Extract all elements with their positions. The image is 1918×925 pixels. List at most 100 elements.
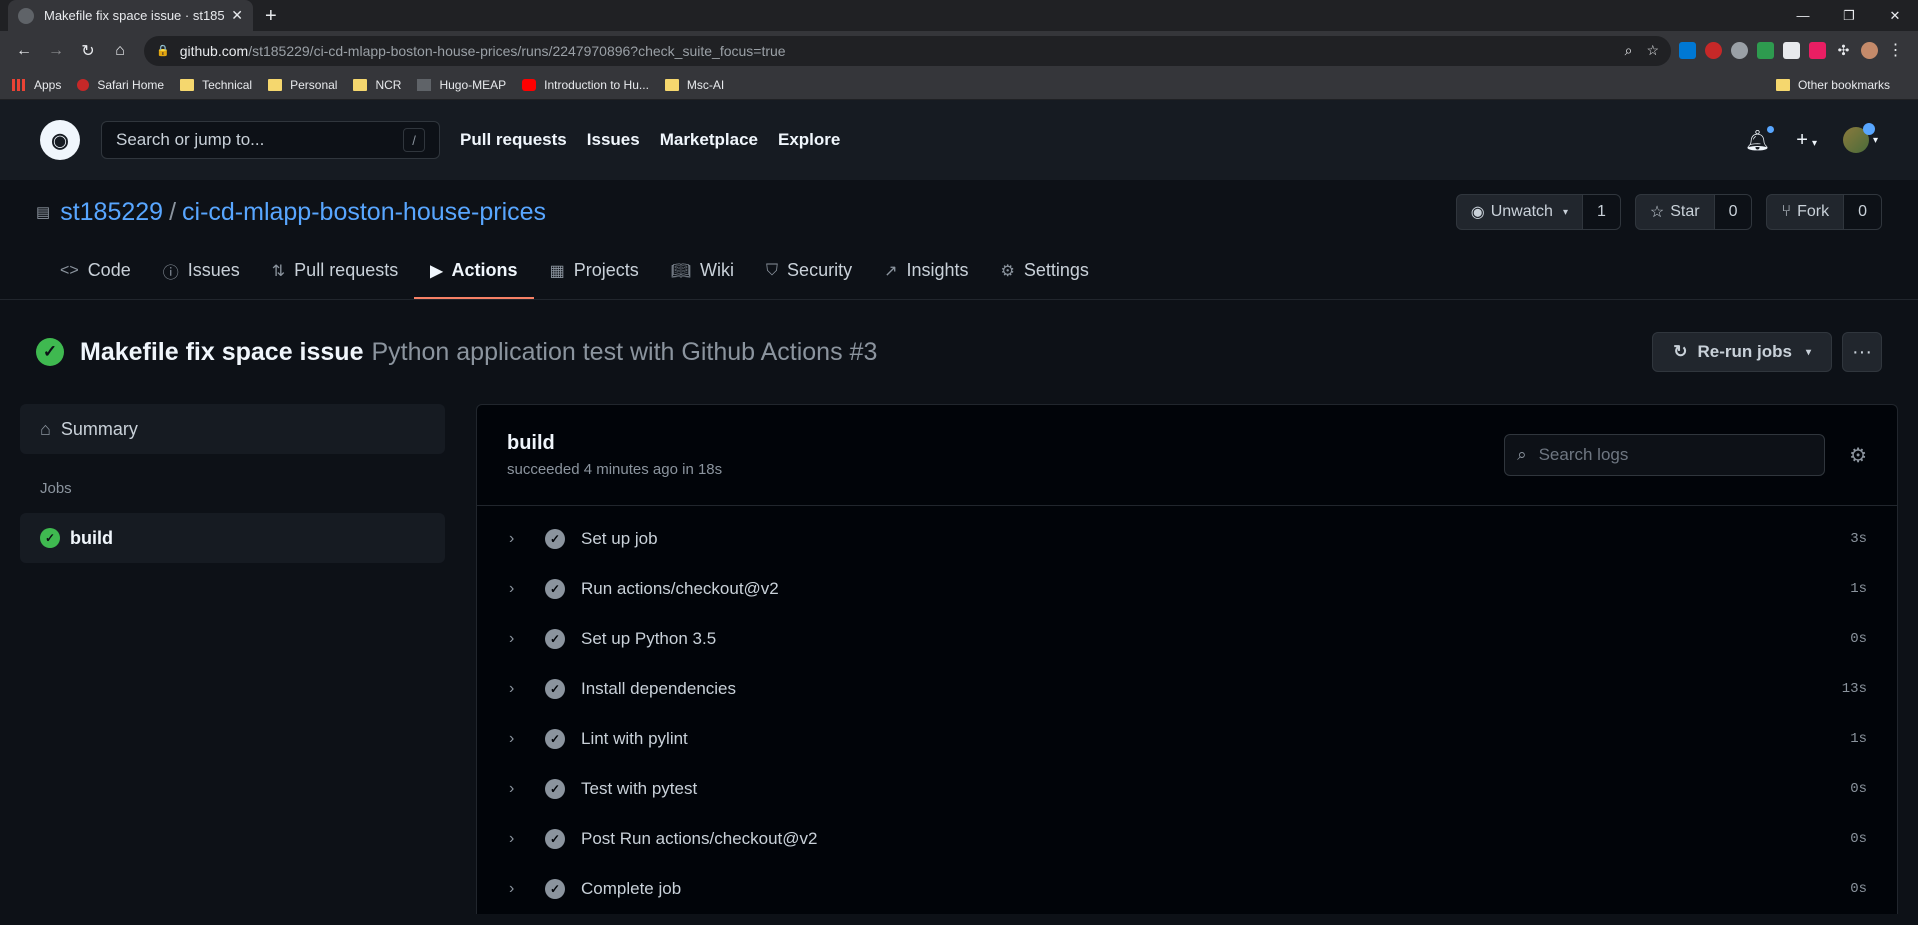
sidebar-item-build[interactable]: ✓ build — [20, 513, 445, 563]
bookmark-star-icon[interactable]: ☆ — [1646, 42, 1659, 59]
star-count[interactable]: 0 — [1714, 195, 1752, 229]
step-name: Complete job — [581, 879, 682, 898]
rerun-jobs-button[interactable]: ↻ Re-run jobs ▾ — [1652, 332, 1832, 372]
folder-icon — [180, 78, 195, 91]
star-icon: ☆ — [1649, 204, 1665, 221]
watch-button[interactable]: ◉ Unwatch ▾ 1 — [1455, 194, 1621, 230]
step-row[interactable]: › ✓ Set up job 3s — [477, 514, 1897, 564]
new-tab-icon[interactable]: + — [265, 5, 277, 27]
repo-owner-link[interactable]: st185229 — [60, 198, 163, 226]
workflow-name[interactable]: Python application test with Github Acti… — [371, 338, 877, 367]
graph-icon: ↗ — [884, 262, 898, 280]
star-button[interactable]: ☆ Star 0 — [1634, 194, 1753, 230]
bookmark-introduction[interactable]: Introduction to Hu... — [522, 78, 649, 92]
nav-marketplace[interactable]: Marketplace — [660, 130, 758, 150]
step-row[interactable]: › ✓ Post Run actions/checkout@v2 0s — [477, 814, 1897, 864]
restore-icon[interactable]: ❐ — [1826, 0, 1872, 31]
minimize-icon[interactable]: — — [1780, 0, 1826, 31]
step-row[interactable]: › ✓ Run actions/checkout@v2 1s — [477, 564, 1897, 614]
sidebar-item-summary[interactable]: ⌂ Summary — [20, 404, 445, 454]
color-extension-icon[interactable] — [1809, 42, 1826, 59]
sidebar-item-label: build — [70, 527, 113, 548]
step-name: Post Run actions/checkout@v2 — [581, 829, 818, 848]
fork-count[interactable]: 0 — [1844, 195, 1881, 229]
puzzle-icon[interactable]: ✣ — [1835, 42, 1852, 59]
tab-code[interactable]: <> Code — [44, 244, 147, 299]
bookmark-label: Safari Home — [97, 77, 165, 92]
browser-tab[interactable]: Makefile fix space issue · st185229/ ✕ — [8, 0, 253, 31]
bookmark-apps[interactable]: Apps — [12, 78, 61, 92]
more-options-button[interactable]: ··· — [1842, 332, 1882, 372]
browser-toolbar: ← → ↻ ⌂ 🔒 github.com/st185229/ci-cd-mlap… — [0, 31, 1918, 70]
close-window-icon[interactable]: ✕ — [1872, 0, 1918, 31]
step-row[interactable]: › ✓ Set up Python 3.5 0s — [477, 614, 1897, 664]
bookmark-safari-home[interactable]: Safari Home — [77, 78, 164, 92]
bookmark-hugo-meap[interactable]: Hugo-MEAP — [417, 78, 506, 92]
step-row[interactable]: › ✓ Install dependencies 13s — [477, 664, 1897, 714]
bookmark-other[interactable]: Other bookmarks — [1775, 78, 1890, 92]
search-input[interactable]: Search or jump to... / — [101, 121, 440, 159]
step-check-icon: ✓ — [545, 579, 565, 599]
github-logo-icon[interactable]: ◉ — [40, 120, 80, 160]
create-new-icon[interactable]: + ▾ — [1796, 129, 1817, 152]
bookmark-msc-ai[interactable]: Msc-AI — [664, 78, 724, 92]
bookmark-ncr[interactable]: NCR — [353, 78, 401, 92]
notifications-bell-icon[interactable]: 🔔︎ — [1745, 123, 1777, 153]
fork-button[interactable]: ⑂ Fork 0 — [1766, 194, 1882, 230]
adblock-extension-icon[interactable] — [1705, 42, 1722, 59]
tab-projects[interactable]: ▦ Projects — [534, 244, 655, 299]
zoom-icon[interactable]: ⌕ — [1625, 42, 1633, 59]
step-check-icon: ✓ — [545, 529, 565, 549]
step-duration: 13s — [1841, 681, 1867, 697]
close-tab-icon[interactable]: ✕ — [231, 7, 243, 24]
tab-settings[interactable]: ⚙ Settings — [985, 244, 1105, 299]
step-row[interactable]: › ✓ Complete job 0s — [477, 864, 1897, 914]
reload-icon[interactable]: ↻ — [72, 35, 104, 67]
fork-icon: ⑂ — [1781, 203, 1792, 220]
search-logs-input[interactable]: ⌕ Search logs — [1504, 434, 1826, 476]
tab-pull-requests[interactable]: ⇅ Pull requests — [256, 244, 414, 299]
job-name: build — [507, 432, 555, 454]
nav-explore[interactable]: Explore — [778, 130, 840, 150]
nav-issues[interactable]: Issues — [587, 130, 640, 150]
repo-name-link[interactable]: ci-cd-mlapp-boston-house-prices — [182, 198, 546, 226]
tab-security[interactable]: ⛉ Security — [750, 244, 868, 299]
user-menu[interactable]: ▾ — [1842, 123, 1878, 153]
home-icon[interactable]: ⌂ — [104, 35, 136, 67]
steps-list: › ✓ Set up job 3s › ✓ Run actions/checkout@v2… — [477, 506, 1897, 914]
repo-title: st185229/ci-cd-mlapp-boston-house-prices — [60, 197, 547, 226]
step-check-icon: ✓ — [545, 729, 565, 749]
back-icon[interactable]: ← — [8, 35, 40, 67]
jb-extension-icon[interactable] — [1783, 42, 1800, 59]
tab-issues[interactable]: ⓘ Issues — [147, 244, 256, 299]
tab-actions[interactable]: ▶ Actions — [414, 244, 534, 299]
repo-header: ▤ st185229/ci-cd-mlapp-boston-house-pric… — [0, 180, 1918, 244]
step-duration: 1s — [1850, 731, 1867, 747]
check-extension-icon[interactable] — [1757, 42, 1774, 59]
windows-extension-icon[interactable] — [1679, 42, 1696, 59]
gear-icon[interactable]: ⚙ — [1849, 443, 1867, 468]
step-row[interactable]: › ✓ Lint with pylint 1s — [477, 714, 1897, 764]
forward-icon[interactable]: → — [40, 35, 72, 67]
step-row[interactable]: › ✓ Test with pytest 0s — [477, 764, 1897, 814]
profile-avatar-icon[interactable] — [1861, 42, 1878, 59]
chevron-right-icon: › — [509, 880, 515, 897]
global-nav: Pull requests Issues Marketplace Explore — [460, 130, 860, 150]
record-extension-icon[interactable] — [1731, 42, 1748, 59]
bookmark-personal[interactable]: Personal — [268, 78, 337, 92]
tab-wiki[interactable]: 📖︎ Wiki — [655, 244, 750, 299]
nav-pull-requests[interactable]: Pull requests — [460, 130, 567, 150]
tab-insights[interactable]: ↗ Insights — [868, 244, 984, 299]
bookmark-technical[interactable]: Technical — [180, 78, 252, 92]
folder-icon — [268, 78, 283, 91]
menu-kebab-icon[interactable]: ⋮ — [1887, 42, 1904, 59]
chevron-right-icon: › — [509, 630, 515, 647]
job-header: build succeeded 4 minutes ago in 18s ⌕ S… — [477, 405, 1897, 506]
watch-count[interactable]: 1 — [1582, 195, 1620, 229]
tab-label: Issues — [187, 260, 240, 280]
step-name: Set up job — [581, 529, 658, 548]
address-bar[interactable]: 🔒 github.com/st185229/ci-cd-mlapp-boston… — [144, 35, 1671, 66]
tab-label: Projects — [573, 260, 639, 280]
step-duration: 0s — [1850, 831, 1867, 847]
tab-label: Security — [787, 260, 853, 280]
